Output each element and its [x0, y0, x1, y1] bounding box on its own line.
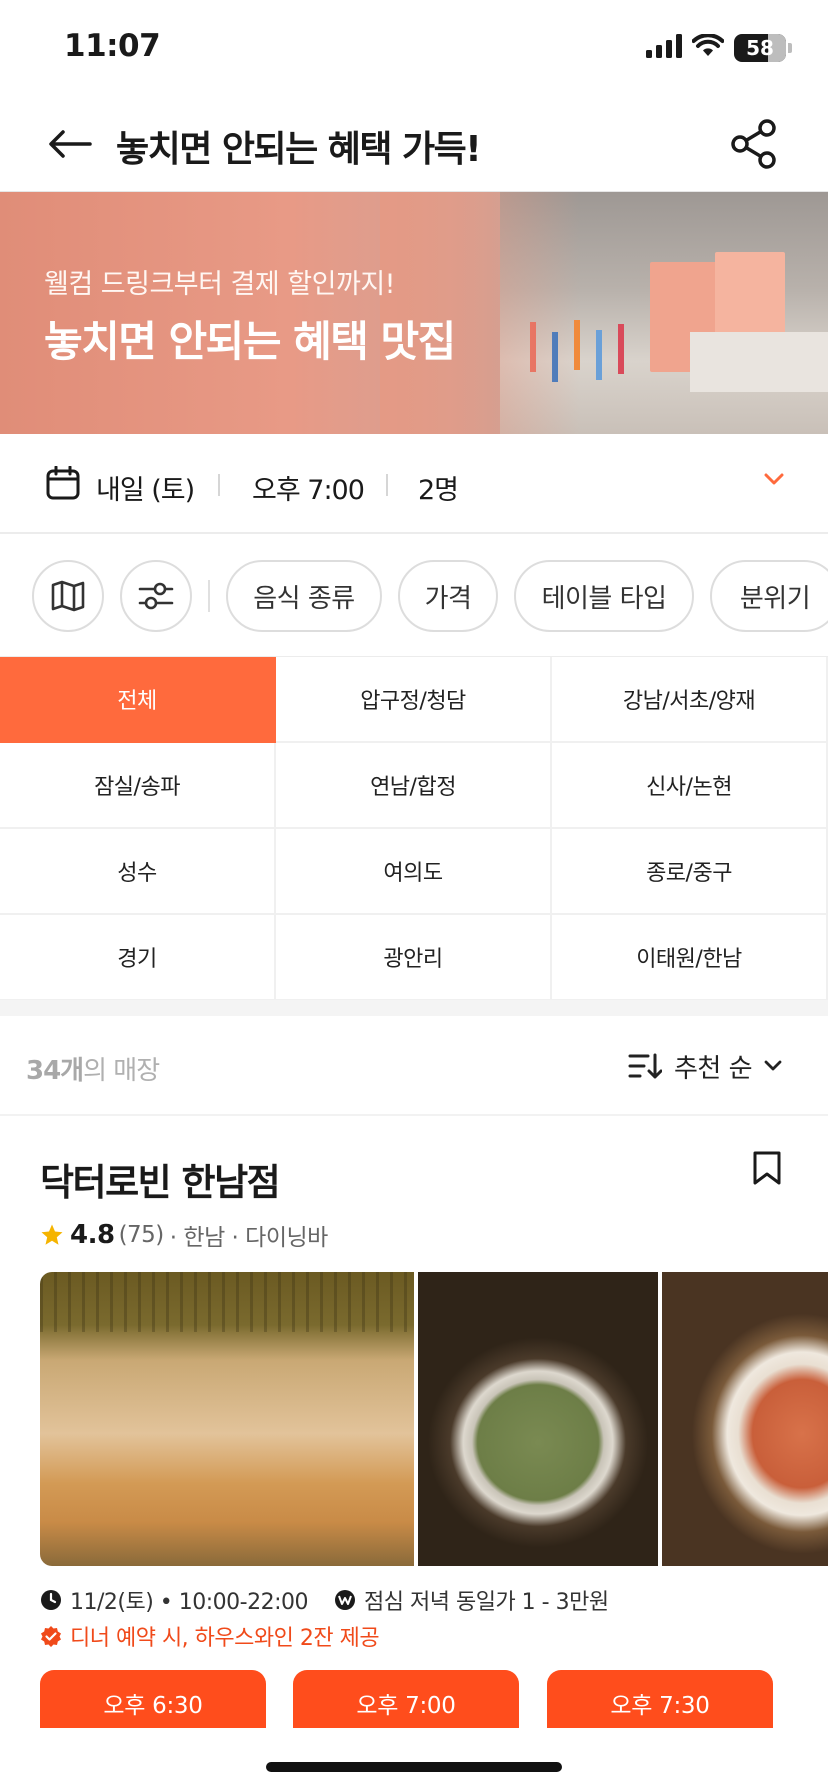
header: 놓치면 안되는 혜택 가득!	[0, 96, 828, 192]
photo-carousel[interactable]	[40, 1272, 828, 1566]
sort-icon	[628, 1053, 662, 1079]
price-range: 점심 저녁 동일가 1 - 3만원	[364, 1590, 609, 1615]
arrow-left-icon	[49, 130, 92, 158]
filter-chip-mood[interactable]: 분위기	[710, 560, 828, 632]
booking-time: 오후 7:00	[252, 475, 365, 506]
filter-bar: 음식 종류 가격 테이블 타입 분위기	[0, 534, 828, 656]
region-jongno-junggu[interactable]: 종로/중구	[552, 829, 828, 915]
bookmark-icon	[753, 1151, 781, 1185]
filter-chip-price[interactable]: 가격	[398, 560, 498, 632]
review-count: (75)	[118, 1222, 165, 1248]
filter-chip-table-type[interactable]: 테이블 타입	[514, 560, 694, 632]
calendar-icon	[46, 466, 80, 500]
booking-party-size: 2명	[418, 475, 459, 506]
store-count: 34개의 매장	[26, 1056, 160, 1086]
region-all[interactable]: 전체	[0, 657, 276, 743]
region-sinsa-nonhyeon[interactable]: 신사/논현	[552, 743, 828, 829]
time-slot-button[interactable]: 오후 6:30	[40, 1670, 266, 1728]
battery-level: 58	[746, 36, 774, 60]
region-seongsu[interactable]: 성수	[0, 829, 276, 915]
time-slot-button[interactable]: 오후 7:30	[547, 1670, 773, 1728]
share-icon	[731, 119, 776, 169]
restaurant-photo-pasta	[662, 1272, 828, 1566]
region-grid: 전체 압구정/청담 강남/서초/양재 잠실/송파 연남/합정 신사/논현 성수 …	[0, 656, 828, 1001]
map-button[interactable]	[32, 560, 104, 632]
rating-value: 4.8	[70, 1220, 115, 1250]
booking-date: 내일 (토)	[96, 475, 195, 506]
status-bar: 11:07 58	[0, 0, 828, 96]
region-yeouido[interactable]: 여의도	[276, 829, 552, 915]
bookmark-button[interactable]	[752, 1150, 782, 1190]
benefit-row: 디너 예약 시, 하우스와인 2잔 제공	[40, 1620, 380, 1652]
region-gyeonggi[interactable]: 경기	[0, 915, 276, 1001]
chevron-down-icon[interactable]	[764, 472, 784, 486]
region-jamsil-songpa[interactable]: 잠실/송파	[0, 743, 276, 829]
list-header: 34개의 매장 추천 순	[0, 1016, 828, 1116]
sort-label: 추천 순	[673, 1053, 753, 1084]
home-indicator[interactable]	[266, 1762, 562, 1772]
cellular-signal-icon	[646, 34, 682, 62]
clock-icon	[41, 1590, 61, 1610]
restaurant-meta: · 한남 · 다이닝바	[169, 1225, 329, 1251]
sort-button[interactable]: 추천 순	[628, 1042, 782, 1090]
opening-hours: 11/2(토) • 10:00-22:00	[70, 1590, 309, 1615]
banner-subtitle: 웰컴 드링크부터 결제 할인까지!	[44, 269, 396, 300]
promo-banner[interactable]: 웰컴 드링크부터 결제 할인까지! 놓치면 안되는 혜택 맛집	[0, 192, 828, 434]
hours-price-row: 11/2(토) • 10:00-22:00 점심 저녁 동일가 1 - 3만원	[40, 1584, 609, 1616]
filter-chip-food-type[interactable]: 음식 종류	[226, 560, 382, 632]
page-title: 놓치면 안되는 혜택 가득!	[116, 129, 482, 170]
restaurant-name[interactable]: 닥터로빈 한남점	[40, 1152, 281, 1206]
restaurant-photo-dish	[418, 1272, 658, 1566]
benefit-text: 디너 예약 시, 하우스와인 2잔 제공	[70, 1626, 380, 1651]
region-apgujeong-cheongdam[interactable]: 압구정/청담	[276, 657, 552, 743]
battery-icon: 58	[734, 34, 786, 62]
share-button[interactable]	[726, 116, 782, 172]
region-yeonnam-hapjeong[interactable]: 연남/합정	[276, 743, 552, 829]
map-icon	[51, 580, 85, 612]
rating-row: 4.8 (75) · 한남 · 다이닝바	[40, 1218, 328, 1252]
sliders-icon	[138, 582, 174, 610]
time-slot-button[interactable]: 오후 7:00	[293, 1670, 519, 1728]
region-gangnam-seocho-yangjae[interactable]: 강남/서초/양재	[552, 657, 828, 743]
back-button[interactable]	[44, 118, 96, 170]
region-itaewon-hannam[interactable]: 이태원/한남	[552, 915, 828, 1001]
restaurant-photo-interior	[40, 1272, 414, 1566]
region-gwangalli[interactable]: 광안리	[276, 915, 552, 1001]
filter-settings-button[interactable]	[120, 560, 192, 632]
chevron-down-icon	[764, 1060, 782, 1071]
section-divider	[0, 1000, 828, 1016]
star-icon	[41, 1224, 63, 1245]
badge-check-icon	[41, 1626, 61, 1647]
price-icon	[335, 1590, 356, 1610]
status-time: 11:07	[64, 28, 161, 64]
booking-selector[interactable]: 내일 (토) 오후 7:00 2명	[0, 434, 828, 534]
banner-title: 놓치면 안되는 혜택 맛집	[44, 317, 456, 366]
status-icons: 58	[646, 33, 792, 62]
wifi-icon	[691, 33, 725, 62]
